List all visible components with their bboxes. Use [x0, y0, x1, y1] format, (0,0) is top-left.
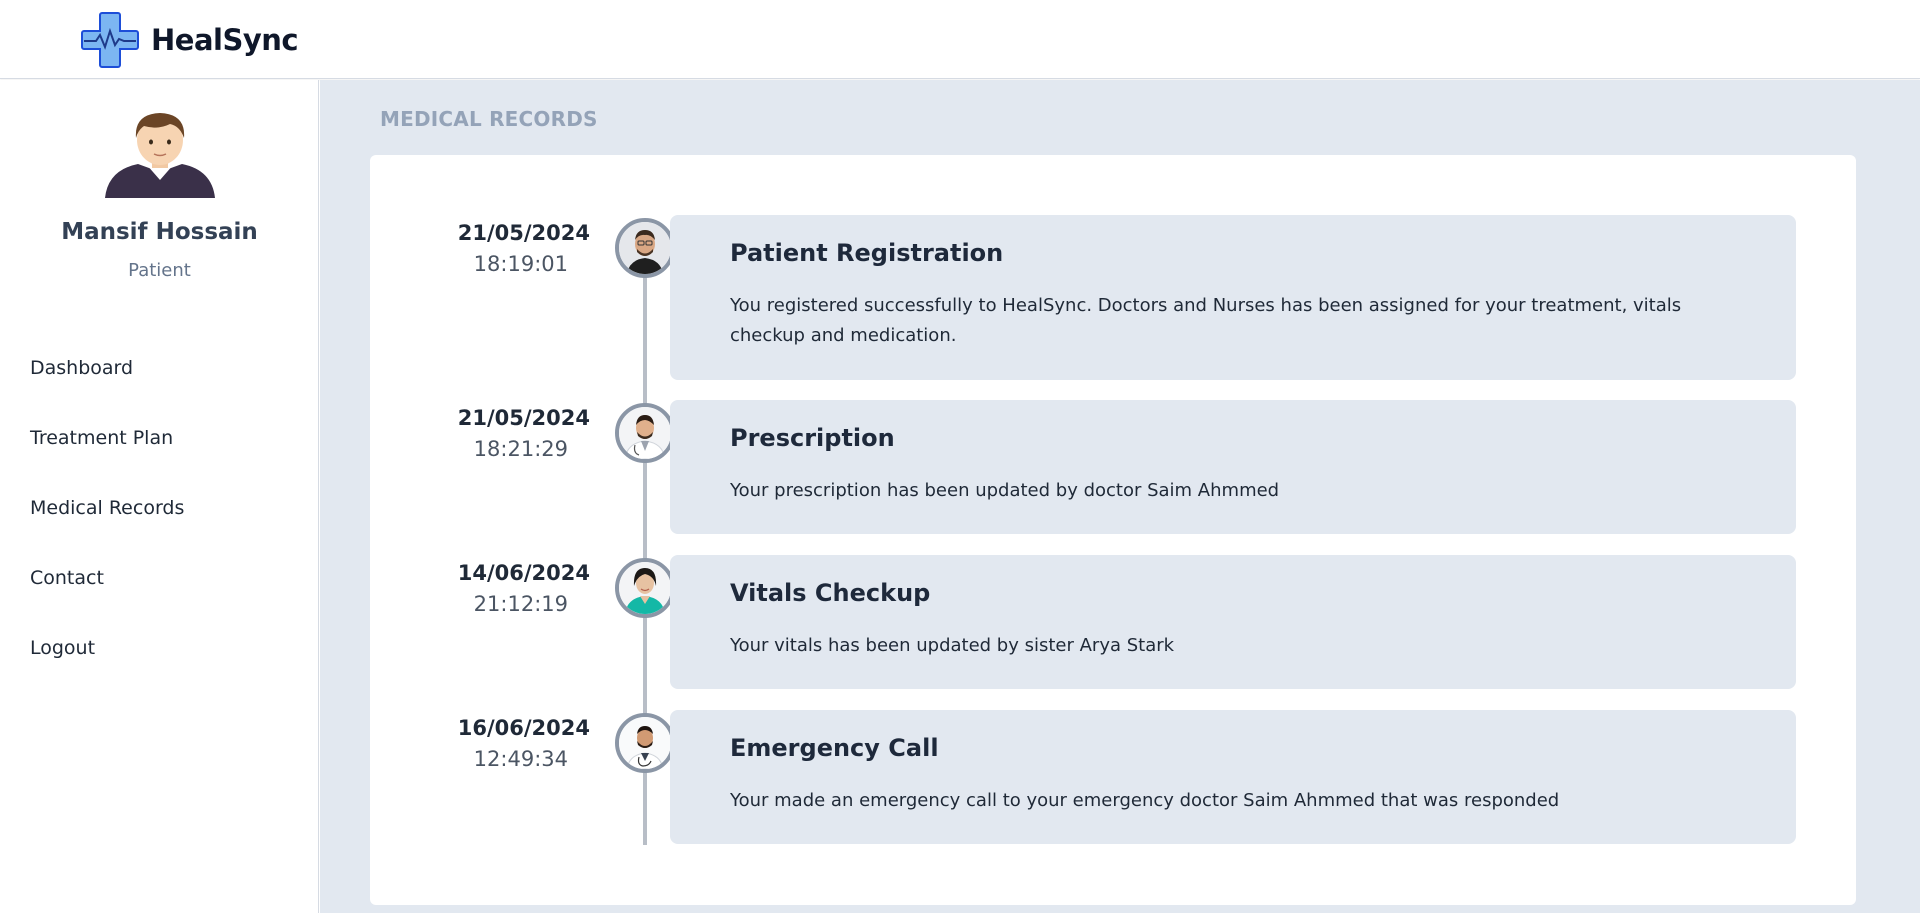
user-avatar — [100, 108, 220, 198]
record-time: 12:49:34 — [473, 747, 568, 771]
record-title: Vitals Checkup — [730, 579, 931, 607]
record-title: Patient Registration — [730, 239, 1004, 267]
sidebar-item-contact[interactable]: Contact — [30, 558, 184, 628]
record-date: 16/06/2024 — [457, 716, 590, 740]
record-datetime: 21/05/2024 18:19:01 — [410, 221, 590, 276]
user-avatar-icon — [105, 113, 215, 198]
record-time: 18:21:29 — [473, 437, 568, 461]
record-date: 14/06/2024 — [457, 561, 590, 585]
record-time: 18:19:01 — [473, 252, 568, 276]
sidebar-item-dashboard[interactable]: Dashboard — [30, 348, 184, 418]
record-description: You registered successfully to HealSync.… — [730, 295, 1682, 346]
record-description: Your vitals has been updated by sister A… — [730, 635, 1175, 656]
sidebar-item-logout[interactable]: Logout — [30, 628, 184, 698]
brand-name: HealSync — [151, 23, 299, 57]
record-card-vitals-checkup[interactable]: Vitals Checkup Your vitals has been upda… — [670, 555, 1796, 689]
sidebar-nav: Dashboard Treatment Plan Medical Records… — [30, 348, 184, 698]
patient-avatar-icon — [615, 218, 675, 278]
user-role: Patient — [128, 260, 191, 281]
doctor-avatar-icon — [615, 713, 675, 773]
doctor-avatar-icon — [615, 403, 675, 463]
app-logo[interactable]: HealSync — [80, 11, 299, 69]
nurse-avatar-icon — [615, 558, 675, 618]
record-datetime: 16/06/2024 12:49:34 — [410, 716, 590, 771]
record-datetime: 14/06/2024 21:12:19 — [410, 561, 590, 616]
record-description: Your made an emergency call to your emer… — [730, 790, 1560, 811]
record-datetime: 21/05/2024 18:21:29 — [410, 406, 590, 461]
record-date: 21/05/2024 — [457, 221, 590, 245]
record-card-registration[interactable]: Patient Registration You registered succ… — [670, 215, 1796, 380]
sidebar: Mansif Hossain Patient Dashboard Treatme… — [0, 80, 319, 913]
records-card: 21/05/2024 18:19:01 Patient Registration… — [370, 155, 1856, 905]
medical-cross-icon — [81, 12, 139, 68]
record-description: Your prescription has been updated by do… — [730, 480, 1280, 501]
record-title: Prescription — [730, 424, 895, 452]
record-card-prescription[interactable]: Prescription Your prescription has been … — [670, 400, 1796, 534]
user-name: Mansif Hossain — [61, 219, 258, 245]
main-content: MEDICAL RECORDS 21/05/2024 18:19:01 Pati… — [320, 80, 1920, 913]
sidebar-item-medical-records[interactable]: Medical Records — [30, 488, 184, 558]
record-title: Emergency Call — [730, 734, 939, 762]
record-date: 21/05/2024 — [457, 406, 590, 430]
page-title: MEDICAL RECORDS — [380, 107, 598, 131]
top-header: HealSync — [0, 0, 1920, 79]
record-card-emergency-call[interactable]: Emergency Call Your made an emergency ca… — [670, 710, 1796, 844]
record-time: 21:12:19 — [473, 592, 568, 616]
sidebar-item-treatment-plan[interactable]: Treatment Plan — [30, 418, 184, 488]
